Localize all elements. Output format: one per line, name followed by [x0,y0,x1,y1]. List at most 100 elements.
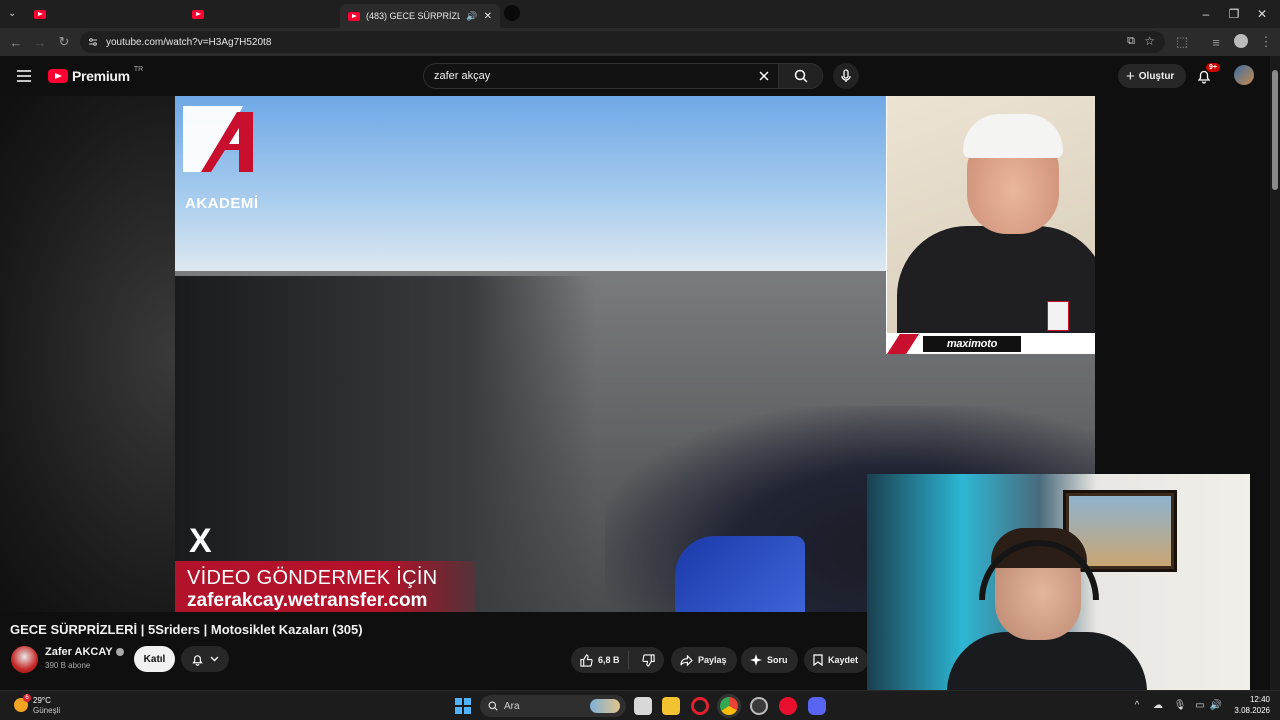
browser-tab-2[interactable] [184,4,212,24]
channel-avatar[interactable] [11,646,38,673]
like-button[interactable]: 6,8 B [571,651,629,669]
clock-time[interactable]: 12:40 [1238,695,1270,704]
host-hair [963,114,1063,158]
site-info-icon[interactable] [88,37,98,47]
tab-title: (483) GECE SÜRPRİZLERİ | 5 [366,11,461,21]
weather-alert-badge: 6 [23,694,31,702]
thumbs-down-icon [641,653,655,667]
search-button[interactable] [778,64,822,88]
subscription-notifications-button[interactable] [181,646,229,672]
cloud-icon[interactable]: ☁ [1152,699,1164,711]
save-label: Kaydet [828,655,859,665]
monitor-icon[interactable]: ▭ [1194,699,1206,711]
voice-search-button[interactable] [833,63,859,89]
weather-temperature[interactable]: 29°C [33,696,51,705]
plus-icon: + [1126,67,1135,85]
account-avatar[interactable] [1234,65,1254,85]
bookmark-icon [813,654,823,666]
forward-button[interactable]: → [30,32,50,52]
sparkle-icon [750,654,762,666]
browser-toolbar: ← → ↻ youtube.com/watch?v=H3Ag7H520t8 ⧉ … [0,28,1280,56]
reading-list-icon[interactable]: ≡ [1206,32,1226,52]
tab-list-chevron-icon[interactable]: ⌄ [8,8,16,19]
chevron-up-icon[interactable]: ^ [1131,699,1143,711]
steam-icon[interactable] [750,697,768,715]
like-dislike-group: 6,8 B [571,647,664,673]
search-icon [488,701,498,711]
youtube-masthead: Premium TR + Oluştur 9+ [0,56,1270,96]
extensions-icon[interactable]: ⬚ [1172,32,1192,52]
close-icon [759,71,769,81]
browser-tab-strip: ⌄ (483) GECE SÜRPRİZLERİ | 5 🔊 ✕ – ❐ ✕ [0,0,1280,28]
youtube-favicon-icon [34,9,46,19]
search-icon [794,69,808,83]
weather-description[interactable]: Güneşli [33,706,60,715]
ask-button[interactable]: Soru [741,647,798,673]
youtube-favicon-icon [348,11,360,21]
banner-line-1: VİDEO GÖNDERMEK İÇİN [187,567,438,589]
like-count: 6,8 B [598,655,620,665]
browser-tab-1[interactable] [26,4,54,24]
chevron-down-icon [210,656,219,662]
sponsor-name: maximoto [946,338,998,350]
reload-button[interactable]: ↻ [54,32,74,52]
video-title: GECE SÜRPRİZLERİ | 5Sriders | Motosiklet… [10,622,363,637]
discord-icon[interactable] [808,697,826,715]
thumbs-up-icon [580,653,593,667]
logo-text: Premium [72,68,130,84]
microphone-icon [841,69,851,82]
address-bar[interactable]: youtube.com/watch?v=H3Ag7H520t8 ⧉ ☆ [80,31,1165,53]
banner-line-2: zaferakcay.wetransfer.com [187,590,428,611]
opera-icon[interactable] [691,697,709,715]
akademi-logo-icon [183,106,253,172]
scrollbar-thumb[interactable] [1272,70,1278,190]
create-label: Oluştur [1138,70,1175,82]
channel-name: Zafer AKCAY [45,646,113,658]
browser-menu-icon[interactable]: ⋮ [1256,32,1276,52]
youtube-logo[interactable]: Premium TR [48,65,144,84]
bookmark-star-icon[interactable]: ☆ [1144,34,1155,48]
share-icon [680,654,693,666]
taskbar-search-label: Ara [504,700,520,712]
windows-start-button[interactable] [455,698,471,714]
channel-name-link[interactable]: Zafer AKCAY [45,646,124,658]
join-button[interactable]: Katıl [134,646,175,672]
volume-icon[interactable]: 🔊 [1210,699,1222,711]
profile-avatar[interactable] [1234,34,1248,48]
chrome-icon[interactable] [720,697,738,715]
logo-country-code: TR [133,65,144,73]
shirt-logo-icon [1047,301,1069,331]
notifications-button[interactable]: 9+ [1194,63,1220,88]
taskbar-search[interactable]: Ara [480,695,626,717]
search-box [423,63,823,89]
youtube-music-icon[interactable] [779,697,797,715]
subscriber-count: 390 B abone [45,661,91,670]
os-taskbar: 6 29°C Güneşli Ara ^ ☁ 🎙 ▭ 🔊 12:40 3.08.… [0,690,1280,720]
back-button[interactable]: ← [6,32,26,52]
clear-search-button[interactable] [756,68,772,84]
create-button[interactable]: + Oluştur [1118,64,1187,88]
x-logo-text: X [189,522,212,560]
clock-date[interactable]: 3.08.2026 [1232,706,1270,715]
microphone-icon[interactable]: 🎙 [1174,699,1187,711]
search-input[interactable] [434,64,754,88]
streamer-webcam-overlay [867,474,1250,690]
url-text: youtube.com/watch?v=H3Ag7H520t8 [106,36,272,48]
speaker-icon[interactable]: 🔊 [466,11,477,22]
file-explorer-icon[interactable] [662,697,680,715]
youtube-favicon-icon [192,9,204,19]
new-tab-button[interactable] [504,5,520,21]
close-tab-icon[interactable]: ✕ [484,11,492,22]
share-button[interactable]: Paylaş [671,647,737,673]
save-button[interactable]: Kaydet [804,647,868,673]
cast-icon[interactable]: ⧉ [1127,35,1135,48]
ambient-background-right [1095,96,1270,474]
task-view-icon[interactable] [634,697,652,715]
dislike-button[interactable] [634,653,663,667]
ask-label: Soru [767,655,788,665]
verified-badge-icon [115,648,124,656]
hamburger-menu-icon[interactable] [17,70,31,82]
browser-tab-active[interactable]: (483) GECE SÜRPRİZLERİ | 5 🔊 ✕ [340,4,500,28]
window-close-button[interactable]: ✕ [1242,4,1280,24]
share-label: Paylaş [698,655,727,665]
